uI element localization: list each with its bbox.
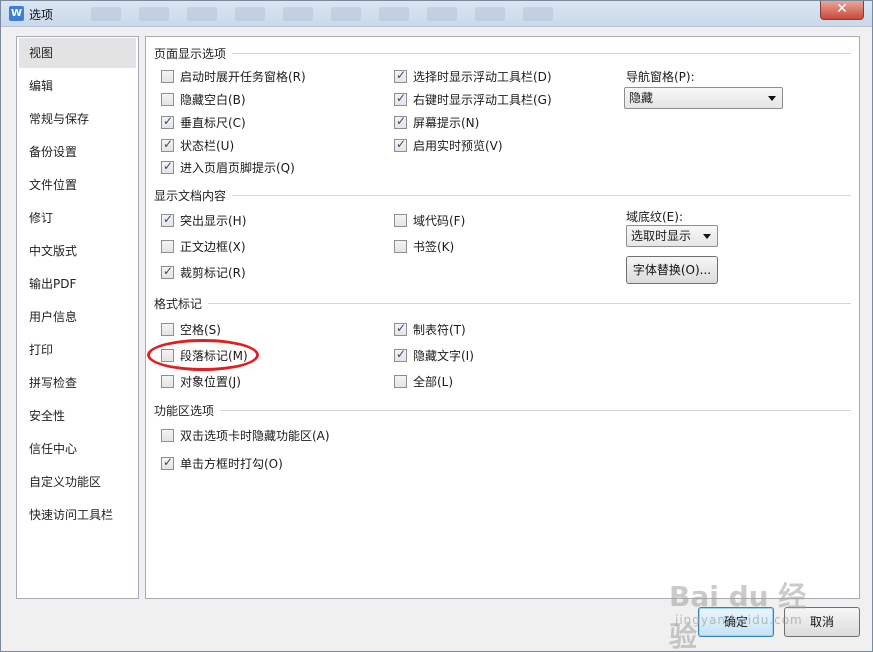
checkbox[interactable] (394, 347, 407, 362)
checkbox[interactable] (394, 239, 407, 253)
close-button[interactable]: ✕ (820, 1, 864, 20)
option-crop-marks[interactable]: 裁剪标记(R) (161, 264, 246, 280)
options-dialog: W 选项 ✕ 视图 编辑 常规与保存 备份设置 文件位置 修订 中文版式 输出P… (0, 0, 873, 652)
option-float-toolbar-rightclick[interactable]: 右键时显示浮动工具栏(G) (394, 91, 552, 107)
app-icon: W (9, 6, 24, 21)
nav-item-export-pdf[interactable]: 输出PDF (19, 269, 136, 299)
section-title-doc-content: 显示文档内容 (154, 187, 231, 204)
nav-item-trust-center[interactable]: 信任中心 (19, 434, 136, 464)
option-click-box-check[interactable]: 单击方框时打勾(O) (161, 455, 283, 471)
section-divider (208, 303, 851, 304)
option-vertical-ruler[interactable]: 垂直标尺(C) (161, 114, 246, 130)
field-shading-select[interactable]: 选取时显示 (626, 225, 718, 247)
checkbox[interactable] (394, 374, 407, 388)
option-hide-blank[interactable]: 隐藏空白(B) (161, 91, 246, 107)
section-title-page-display: 页面显示选项 (154, 45, 231, 62)
checkbox[interactable] (161, 92, 174, 106)
section-title-format-marks: 格式标记 (154, 295, 207, 312)
option-status-bar[interactable]: 状态栏(U) (161, 137, 234, 153)
option-live-preview[interactable]: 启用实时预览(V) (394, 137, 503, 153)
chevron-down-icon (703, 234, 711, 239)
checkbox[interactable] (161, 114, 174, 129)
nav-item-user-info[interactable]: 用户信息 (19, 302, 136, 332)
nav-item-security[interactable]: 安全性 (19, 401, 136, 431)
checkbox[interactable] (161, 239, 174, 253)
section-title-ribbon: 功能区选项 (154, 402, 219, 419)
nav-item-general-save[interactable]: 常规与保存 (19, 104, 136, 134)
checkbox[interactable] (394, 114, 407, 129)
option-bookmarks[interactable]: 书签(K) (394, 238, 454, 254)
checkbox[interactable] (394, 68, 407, 83)
view-settings-panel: 页面显示选项 启动时展开任务窗格(R) 隐藏空白(B) 垂直标尺(C) 状态栏(… (145, 36, 860, 599)
nav-pane-select[interactable]: 隐藏 (624, 87, 783, 109)
checkbox[interactable] (161, 137, 174, 152)
nav-pane-label: 导航窗格(P): (626, 70, 695, 84)
chevron-down-icon (768, 96, 776, 101)
section-divider (232, 195, 851, 196)
title-bar[interactable]: W 选项 ✕ (1, 1, 872, 27)
checkbox[interactable] (161, 428, 174, 442)
checkbox[interactable] (161, 159, 174, 174)
option-spaces[interactable]: 空格(S) (161, 321, 221, 337)
checkbox[interactable] (394, 91, 407, 106)
nav-item-quick-access[interactable]: 快速访问工具栏 (19, 500, 136, 530)
checkbox[interactable] (161, 264, 174, 279)
checkbox[interactable] (394, 137, 407, 152)
checkbox[interactable] (394, 321, 407, 336)
option-text-border[interactable]: 正文边框(X) (161, 238, 246, 254)
nav-item-backup[interactable]: 备份设置 (19, 137, 136, 167)
checkbox[interactable] (161, 212, 174, 227)
background-tabs (91, 7, 553, 23)
checkbox[interactable] (161, 455, 174, 470)
nav-item-revision[interactable]: 修订 (19, 203, 136, 233)
option-expand-task-pane[interactable]: 启动时展开任务窗格(R) (161, 68, 306, 84)
category-nav: 视图 编辑 常规与保存 备份设置 文件位置 修订 中文版式 输出PDF 用户信息… (16, 36, 139, 599)
option-tab-chars[interactable]: 制表符(T) (394, 321, 466, 337)
checkbox[interactable] (161, 374, 174, 388)
nav-item-file-location[interactable]: 文件位置 (19, 170, 136, 200)
option-highlight[interactable]: 突出显示(H) (161, 212, 246, 228)
nav-item-print[interactable]: 打印 (19, 335, 136, 365)
highlight-ellipse (147, 339, 259, 371)
nav-item-custom-ribbon[interactable]: 自定义功能区 (19, 467, 136, 497)
option-screen-tip[interactable]: 屏幕提示(N) (394, 114, 479, 130)
option-hidden-text[interactable]: 隐藏文字(I) (394, 347, 474, 363)
cancel-button[interactable]: 取消 (784, 607, 860, 637)
option-header-footer-tip[interactable]: 进入页眉页脚提示(Q) (161, 159, 295, 175)
nav-item-edit[interactable]: 编辑 (19, 71, 136, 101)
nav-item-chinese-layout[interactable]: 中文版式 (19, 236, 136, 266)
checkbox[interactable] (161, 322, 174, 336)
section-divider (232, 53, 851, 54)
font-replace-button[interactable]: 字体替换(O)... (626, 256, 718, 284)
ok-button[interactable]: 确定 (698, 607, 774, 637)
checkbox[interactable] (394, 213, 407, 227)
nav-item-spell-check[interactable]: 拼写检查 (19, 368, 136, 398)
option-all-marks[interactable]: 全部(L) (394, 373, 453, 389)
nav-item-view[interactable]: 视图 (19, 38, 136, 68)
option-dblclick-hide-ribbon[interactable]: 双击选项卡时隐藏功能区(A) (161, 427, 330, 443)
option-field-codes[interactable]: 域代码(F) (394, 212, 465, 228)
option-object-anchors[interactable]: 对象位置(J) (161, 373, 241, 389)
option-float-toolbar-select[interactable]: 选择时显示浮动工具栏(D) (394, 68, 552, 84)
field-shading-label: 域底纹(E): (626, 210, 683, 224)
section-divider (220, 410, 851, 411)
checkbox[interactable] (161, 69, 174, 83)
dialog-title: 选项 (29, 8, 54, 22)
